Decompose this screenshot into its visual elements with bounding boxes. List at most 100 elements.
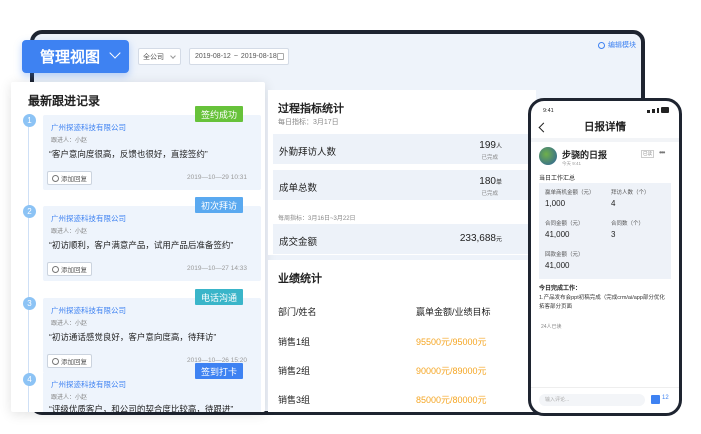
company-select-value: 全公司 (143, 53, 164, 61)
follower: 跟进人：小赵 (51, 138, 88, 144)
gear-icon (598, 41, 605, 49)
comment-icon (52, 357, 59, 365)
stat-unit: 单 (495, 180, 502, 186)
status-tag: 签约成功 (194, 106, 243, 122)
status-time: 9:41 (543, 108, 554, 114)
stat-row: 外勤拜访人数 199人 已完成 (273, 134, 531, 164)
performance-section: 业绩统计 部门/姓名 赢单金额/业绩目标 销售1组 95500元/95000元 … (268, 260, 536, 412)
done-label: 今日完成工作： (539, 286, 582, 292)
timeline-number: 1 (23, 114, 36, 127)
company-name[interactable]: 广州探迹科技有限公司 (51, 213, 126, 224)
followup-card[interactable]: 初次拜访 广州探迹科技有限公司 跟进人：小赵 “初访顺利，客户满意产品，试用产品… (43, 197, 261, 281)
dept-name: 销售3组 (278, 395, 311, 405)
status-tag: 电话沟通 (194, 289, 243, 305)
column-amount: 赢单金额/业绩目标 (416, 307, 491, 317)
followup-card[interactable]: 电话沟通 广州探迹科技有限公司 跟进人：小赵 “初访通话感觉良好，客户意向度高，… (43, 289, 261, 373)
stat-value: 199人 (479, 140, 502, 151)
thumbs-up-icon[interactable] (651, 395, 660, 404)
add-reply-button[interactable]: 添加回复 (47, 262, 92, 276)
performance-title: 业绩统计 (278, 273, 322, 285)
comment-icon (52, 265, 59, 273)
followup-quote: “初访通话感觉良好，客户意向度高，待拜访” (49, 332, 217, 342)
stat-label: 成单总数 (279, 183, 318, 194)
phone-title: 日报详情 (584, 121, 626, 133)
add-reply-button[interactable]: 添加回复 (47, 354, 92, 368)
stats-panel: 过程指标统计 每日指标：3月17日 外勤拜访人数 199人 已完成 成单总数 1… (268, 90, 536, 412)
add-reply-button[interactable]: 添加回复 (47, 171, 92, 185)
read-count[interactable]: 24人已读 (541, 323, 562, 330)
stat-number: 180 (479, 176, 496, 187)
stat-key: 回款金额（元） (545, 252, 584, 258)
company-select[interactable]: 全公司 (138, 48, 181, 65)
timestamp: 2019—10—29 10:31 (187, 174, 247, 181)
summary-grid: 赢单商机金额（元） 1,000 拜访人数（个） 4 合同金额（元） 41,000… (539, 183, 671, 279)
date-range-picker[interactable]: 2019-08-12 ~ 2019-08-18 (189, 48, 289, 65)
timeline-number: 3 (23, 297, 36, 310)
stat-key: 合同金额（元） (545, 221, 584, 227)
view-switcher[interactable]: 管理视图 (22, 40, 129, 73)
calendar-icon (277, 53, 284, 60)
avatar (539, 147, 557, 165)
company-name[interactable]: 广州探迹科技有限公司 (51, 122, 126, 133)
add-reply-label: 添加回复 (61, 176, 87, 183)
stat-value: 180单 (479, 176, 502, 187)
stat-key: 合同数（个） (611, 221, 645, 227)
column-dept: 部门/姓名 (278, 307, 317, 317)
signal-icon (647, 107, 670, 113)
amount-value: 95500元/95000元 (416, 337, 487, 347)
stat-value: 233,688元 (460, 233, 502, 244)
done-item: 1.产品发布会ppt初稿完成（完成crm/ai/app部分优化拓客部分页面 (539, 295, 665, 310)
comment-input[interactable]: 输入评论... (539, 394, 645, 406)
stat-val: 3 (611, 230, 616, 239)
stat-val: 1,000 (545, 199, 566, 208)
weekly-indicator: 每周指标：3月16日~3月22日 (278, 216, 356, 222)
stat-unit: 人 (495, 144, 502, 150)
stat-status: 已完成 (481, 191, 498, 197)
table-row: 销售2组 90000元/89000元 (278, 364, 518, 377)
stat-key: 拜访人数（个） (611, 190, 650, 196)
follower: 跟进人：小赵 (51, 321, 88, 327)
phone-mockup: 9:41 日报详情 步骁的日报 今天 9:41 已读 ••• 当日工作汇总 赢单… (528, 98, 682, 416)
stat-label: 外勤拜访人数 (279, 147, 337, 158)
status-tag: 签到打卡 (194, 363, 243, 379)
read-badge: 已读 (641, 150, 654, 158)
followup-card[interactable]: 签到打卡 广州探迹科技有限公司 跟进人：小赵 “评级优质客户，和公司的契合度比较… (43, 363, 261, 412)
report-date: 今天 9:41 (562, 161, 582, 166)
add-reply-label: 添加回复 (61, 359, 87, 366)
timestamp: 2019—10—27 14:33 (187, 265, 247, 272)
process-section: 过程指标统计 每日指标：3月17日 外勤拜访人数 199人 已完成 成单总数 1… (268, 90, 536, 255)
daily-indicator: 每日指标：3月17日 (278, 119, 339, 126)
dept-name: 销售1组 (278, 337, 311, 347)
followup-quote: “客户意向度很高，反馈也很好，直接签约” (49, 149, 208, 159)
timeline-number: 4 (23, 373, 36, 386)
like-count: 12 (662, 395, 669, 401)
more-icon[interactable]: ••• (659, 148, 665, 157)
stat-key: 赢单商机金额（元） (545, 190, 595, 196)
chevron-down-icon (170, 53, 176, 59)
amount-value: 85000元/80000元 (416, 395, 487, 405)
company-name[interactable]: 广州探迹科技有限公司 (51, 305, 126, 316)
followup-quote: “初访顺利，客户满意产品，试用产品后准备签约” (49, 240, 234, 250)
dept-name: 销售2组 (278, 366, 311, 376)
stat-unit: 元 (495, 237, 502, 243)
status-tag: 初次拜访 (194, 197, 243, 213)
stat-status: 已完成 (481, 155, 498, 161)
comment-icon (52, 174, 59, 182)
company-name[interactable]: 广州探迹科技有限公司 (51, 379, 126, 390)
chevron-down-icon (109, 47, 121, 59)
comment-bar: 输入评论... 12 (531, 387, 679, 413)
stat-row: 成单总数 180单 已完成 (273, 170, 531, 200)
divider (531, 138, 679, 142)
follower: 跟进人：小赵 (51, 395, 88, 401)
stat-number: 199 (479, 140, 496, 151)
followup-title: 最新跟进记录 (28, 94, 101, 108)
date-separator: ~ (233, 53, 238, 60)
add-reply-label: 添加回复 (61, 267, 87, 274)
stat-row: 成交金额 233,688元 (273, 224, 531, 254)
timeline-line (28, 122, 29, 412)
edit-module-button[interactable]: 编辑模块 (598, 40, 636, 50)
date-end: 2019-08-18 (240, 53, 277, 60)
table-row: 销售3组 85000元/80000元 (278, 393, 518, 406)
followup-card[interactable]: 签约成功 广州探迹科技有限公司 跟进人：小赵 “客户意向度很高，反馈也很好，直接… (43, 106, 261, 190)
edit-module-label: 编辑模块 (608, 42, 636, 49)
